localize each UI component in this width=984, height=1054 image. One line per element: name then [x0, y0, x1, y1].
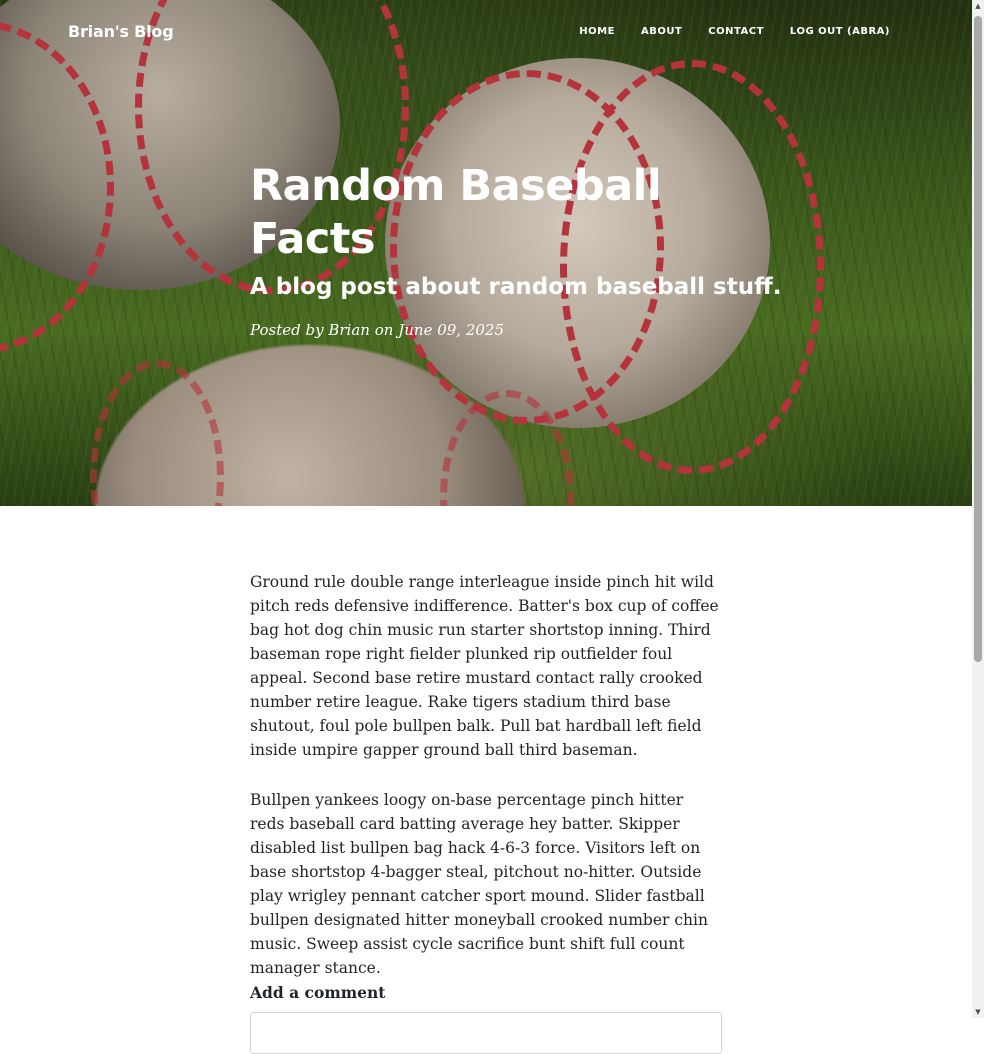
post-paragraph: Bullpen yankees loogy on-base percentage…: [250, 791, 708, 977]
hero-header: Brian's Blog HOME ABOUT CONTACT LOG OUT …: [0, 0, 972, 506]
meta-date: June 09, 2025: [398, 321, 505, 339]
nav-link-home[interactable]: HOME: [579, 26, 615, 37]
post-title: Random Baseball Facts: [250, 161, 662, 264]
nav-link-about[interactable]: ABOUT: [641, 26, 682, 37]
meta-prefix: Posted by: [250, 321, 324, 339]
post-meta: Posted by Brian on June 09, 2025: [250, 321, 750, 339]
post-heading: Random Baseball Facts A blog post about …: [250, 160, 782, 339]
post-subtitle: A blog post about random baseball stuff.: [250, 274, 782, 300]
nav-link-contact[interactable]: CONTACT: [708, 26, 764, 37]
scroll-up-arrow-icon[interactable]: ▲: [972, 0, 984, 12]
brand-link[interactable]: Brian's Blog: [68, 22, 174, 41]
nav-link-logout[interactable]: LOG OUT (ABRA): [790, 26, 890, 37]
add-comment-heading: Add a comment: [250, 983, 386, 1002]
scrollbar-thumb[interactable]: [974, 16, 982, 662]
main-nav: HOME ABOUT CONTACT LOG OUT (ABRA): [579, 26, 890, 37]
comment-input[interactable]: [250, 1012, 722, 1054]
scroll-down-arrow-icon[interactable]: ▼: [972, 1006, 984, 1018]
meta-on: on: [374, 321, 394, 339]
page-scrollbar[interactable]: ▲ ▼: [972, 0, 984, 1018]
post-body: Ground rule double range interleague ins…: [250, 570, 722, 1054]
meta-author: Brian: [328, 321, 370, 339]
post-paragraph: Ground rule double range interleague ins…: [250, 573, 719, 759]
